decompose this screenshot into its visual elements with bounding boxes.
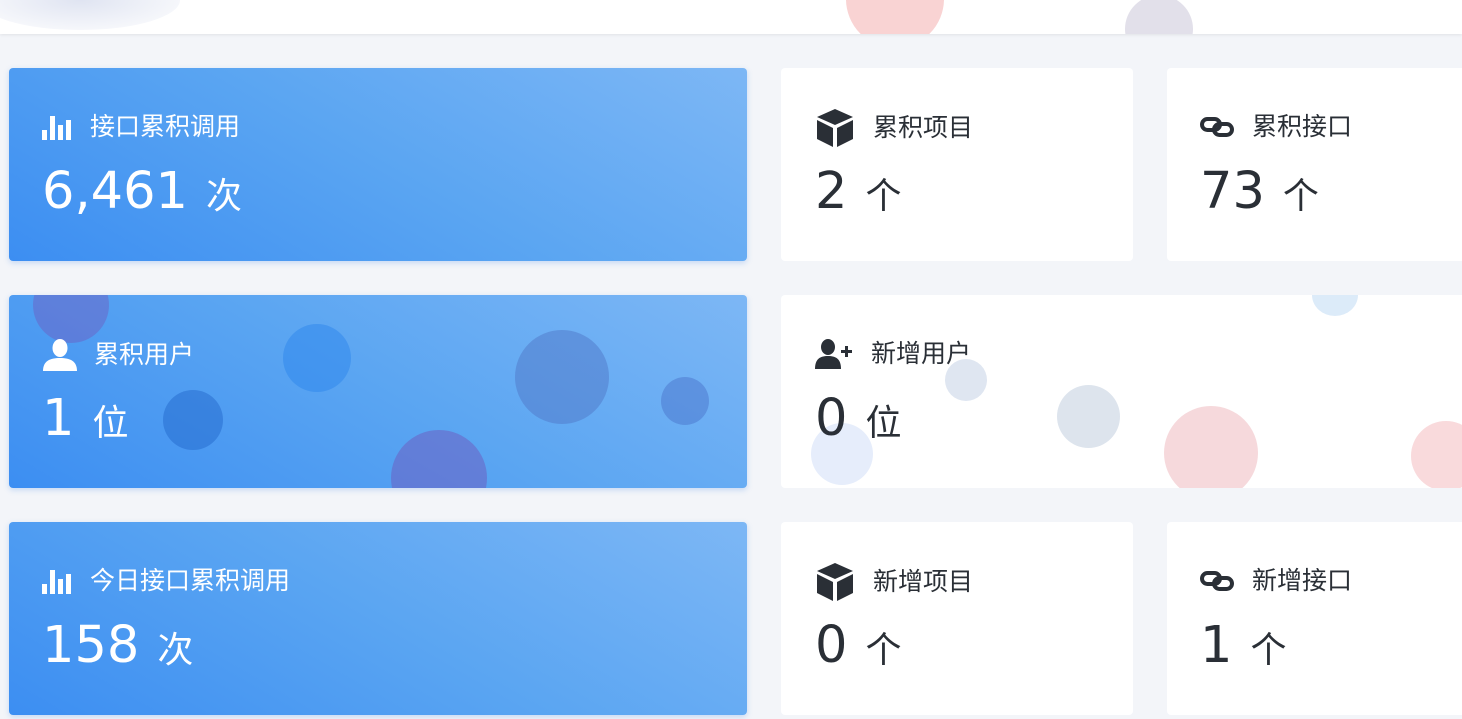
stat-card-total-users[interactable]: 累积用户 1位: [9, 295, 747, 488]
stat-title: 新增用户: [871, 339, 972, 368]
stat-title: 接口累积调用: [90, 112, 241, 141]
stat-unit: 次: [206, 176, 243, 217]
cube-icon: [815, 562, 855, 602]
stat-title: 新增项目: [873, 567, 974, 596]
stat-value: 1: [1200, 616, 1233, 675]
top-bar: [0, 0, 1462, 34]
decor-bubble: [163, 390, 223, 450]
decor-bubble: [846, 0, 944, 34]
decor-bubble: [1125, 0, 1193, 34]
link-icon: [1200, 570, 1234, 592]
stat-value: 0: [815, 389, 848, 448]
decor-bubble: [1057, 385, 1120, 448]
link-icon: [1200, 116, 1234, 138]
stat-card-total-projects[interactable]: 累积项目 2个: [781, 68, 1133, 261]
decor-bubble: [661, 377, 709, 425]
stat-unit: 个: [1250, 630, 1287, 671]
stat-card-new-projects[interactable]: 新增项目 0个: [781, 522, 1133, 715]
stat-unit: 个: [1282, 176, 1319, 217]
stat-title: 新增接口: [1252, 566, 1353, 595]
user-plus-icon: [815, 339, 855, 369]
decor-bubble: [1411, 421, 1462, 488]
stat-value: 73: [1200, 162, 1265, 221]
stat-title: 累积项目: [873, 113, 974, 142]
decor-bubble: [515, 330, 609, 424]
stat-title: 累积接口: [1252, 112, 1353, 141]
stat-card-total-calls[interactable]: 接口累积调用 6,461 次: [9, 68, 747, 261]
stat-unit: 个: [865, 630, 902, 671]
stat-unit: 次: [157, 630, 194, 671]
cube-icon: [815, 108, 855, 148]
decor-bubble: [283, 324, 351, 392]
stat-title: 今日接口累积调用: [90, 566, 291, 595]
stat-value: 6,461: [42, 162, 189, 221]
stat-card-today-calls[interactable]: 今日接口累积调用 158 次: [9, 522, 747, 715]
decor-bubble: [1312, 295, 1358, 316]
decor-bubble: [391, 430, 487, 488]
stat-unit: 位: [92, 403, 129, 444]
stat-title: 累积用户: [94, 340, 195, 369]
bar-chart-icon: [42, 114, 74, 140]
stat-unit: 位: [865, 403, 902, 444]
stat-value: 0: [815, 616, 848, 675]
stat-card-new-users[interactable]: 新增用户 0位: [781, 295, 1462, 488]
decor-bubble: [33, 295, 109, 343]
stat-value: 1: [42, 389, 75, 448]
bar-chart-icon: [42, 568, 74, 594]
user-icon: [42, 339, 78, 371]
decor-bubble: [1164, 406, 1258, 488]
stat-value: 2: [815, 162, 848, 221]
stat-value: 158: [42, 616, 140, 675]
top-bar-glow: [0, 0, 180, 30]
stat-unit: 个: [865, 176, 902, 217]
stat-card-total-apis[interactable]: 累积接口 73 个: [1167, 68, 1462, 261]
stat-card-new-apis[interactable]: 新增接口 1个: [1167, 522, 1462, 715]
